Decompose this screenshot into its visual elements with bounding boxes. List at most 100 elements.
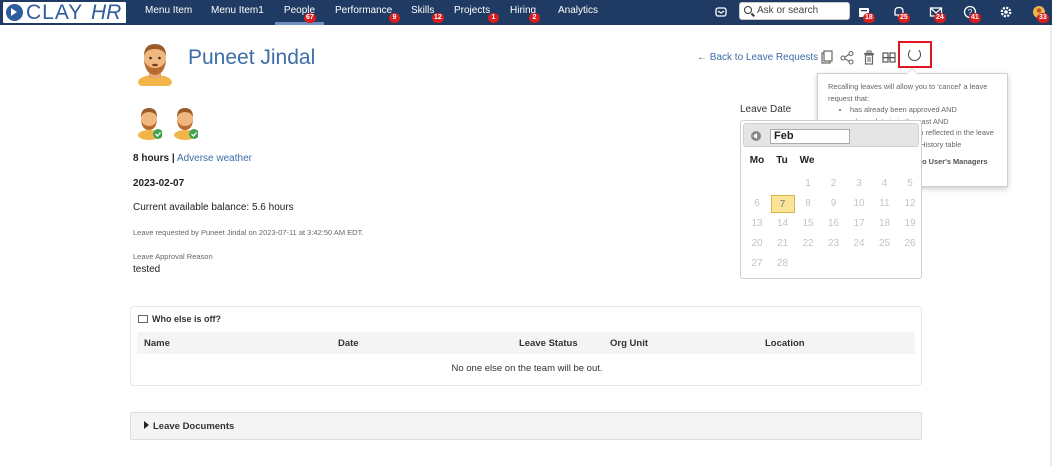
leave-date-label: Leave Date [740, 104, 792, 115]
search-placeholder: Ask or search [757, 5, 819, 16]
nav-skills[interactable]: Skills [411, 0, 434, 25]
calendar-day[interactable]: 1 [796, 175, 820, 193]
nav-analytics[interactable]: Analytics [558, 0, 598, 25]
calendar-day[interactable]: 4 [873, 175, 897, 193]
calendar-day[interactable]: 28 [771, 255, 795, 273]
who-else-is-off-panel: Who else is off? Name Date Leave Status … [130, 306, 922, 386]
approval-reason-label: Leave Approval Reason [133, 252, 213, 261]
calendar-day[interactable]: 21 [771, 235, 795, 253]
employee-avatar [134, 40, 176, 89]
column-name[interactable]: Name [144, 338, 170, 349]
calendar-day[interactable]: 9 [822, 195, 846, 213]
compare-icon[interactable] [882, 50, 896, 65]
column-date[interactable]: Date [338, 338, 359, 349]
projects-badge: 1 [488, 13, 499, 23]
back-to-leave-requests-link[interactable]: ← Back to Leave Requests [697, 52, 818, 63]
inbox-icon[interactable] [714, 5, 728, 19]
weekday-label: We [799, 155, 815, 166]
approver-avatar[interactable] [136, 104, 163, 140]
calendar-day[interactable]: 19 [898, 215, 921, 233]
bell-badge: 25 [898, 13, 910, 23]
column-org-unit[interactable]: Org Unit [610, 338, 648, 349]
leave-documents-section[interactable]: Leave Documents [130, 412, 922, 440]
trash-icon[interactable] [863, 50, 877, 65]
weekday-label: Tu [776, 155, 788, 166]
chevron-right-icon [144, 421, 149, 429]
recall-leave-button[interactable] [898, 41, 932, 68]
calendar-day-selected[interactable]: 7 [770, 195, 795, 213]
mail-badge: 24 [934, 13, 946, 23]
calendar-day[interactable]: 13 [745, 215, 769, 233]
nav-label: Skills [411, 5, 435, 16]
leave-hours-and-type: 8 hours | Adverse weather [133, 153, 252, 164]
share-icon[interactable] [840, 50, 854, 65]
approval-reason: tested [133, 264, 161, 275]
logo-mark-icon [6, 4, 23, 21]
empty-table-message: No one else on the team will be out. [451, 363, 603, 374]
calendar-day[interactable]: 26 [898, 235, 921, 253]
calendar-day[interactable]: 24 [847, 235, 871, 253]
calendar-day[interactable]: 12 [898, 195, 921, 213]
user-badge: 33 [1037, 13, 1049, 23]
help-badge: 41 [969, 13, 981, 23]
logo-wordmark-suffix: HR [91, 1, 122, 24]
leave-documents-toggle[interactable]: Leave Documents [144, 421, 234, 432]
tooltip-condition: has already been approved AND [850, 104, 997, 116]
calendar-day[interactable]: 10 [847, 195, 871, 213]
nav-label: Analytics [558, 5, 599, 16]
nav-menu-item[interactable]: Menu Item [145, 0, 192, 25]
tray-badge: 18 [863, 13, 875, 23]
hiring-badge: 2 [529, 13, 540, 23]
leave-type-link[interactable]: Adverse weather [177, 153, 252, 164]
search-input[interactable]: Ask or search [739, 2, 850, 20]
month-select[interactable]: Feb [770, 129, 850, 144]
performance-badge: 9 [389, 13, 400, 23]
nav-menu-item1[interactable]: Menu Item1 [211, 0, 264, 25]
nav-performance[interactable]: Performance [335, 0, 392, 25]
leave-calendar: Feb Mo Tu We 1 2 3 4 5 6 7 8 9 10 11 12 13 14 15 16 17 18… [740, 120, 922, 279]
tooltip-intro: Recalling leaves will allow you to 'canc… [828, 82, 988, 103]
calendar-day[interactable]: 6 [745, 195, 769, 213]
copy-icon[interactable] [821, 50, 835, 65]
calendar-day[interactable]: 20 [745, 235, 769, 253]
nav-label: Performance [335, 5, 393, 16]
people-badge: 67 [304, 13, 316, 23]
weekday-label: Mo [749, 155, 765, 166]
nav-projects[interactable]: Projects [454, 0, 490, 25]
logo-wordmark: CLAY [26, 1, 84, 24]
leave-date: 2023-02-07 [133, 178, 185, 189]
leave-documents-title: Leave Documents [153, 421, 235, 432]
calendar-day[interactable]: 8 [796, 195, 820, 213]
column-leave-status[interactable]: Leave Status [519, 338, 578, 349]
calendar-day[interactable]: 14 [771, 215, 795, 233]
employee-name: Puneet Jindal [188, 46, 316, 69]
approver-avatar[interactable] [172, 104, 199, 140]
available-balance: Current available balance: 5.6 hours [133, 202, 294, 213]
calendar-day[interactable]: 25 [873, 235, 897, 253]
clayhr-logo[interactable]: CLAY HR [3, 1, 126, 24]
panel-title-text: Who else is off? [152, 314, 222, 324]
panel-title: Who else is off? [138, 314, 221, 324]
calendar-day[interactable]: 18 [873, 215, 897, 233]
prev-month-icon[interactable] [751, 131, 761, 141]
column-location[interactable]: Location [765, 338, 805, 349]
gear-icon[interactable] [999, 5, 1013, 19]
calendar-day[interactable]: 16 [822, 215, 846, 233]
nav-label: Projects [454, 5, 491, 16]
skills-badge: 12 [432, 13, 444, 23]
nav-people[interactable]: People [275, 0, 324, 25]
calendar-day[interactable]: 11 [873, 195, 897, 213]
calendar-day[interactable]: 15 [796, 215, 820, 233]
requested-by: Leave requested by Puneet Jindal on 2023… [133, 228, 364, 237]
calendar-day[interactable]: 17 [847, 215, 871, 233]
calendar-day[interactable]: 22 [796, 235, 820, 253]
nav-label: Menu Item1 [211, 5, 264, 16]
calendar-day[interactable]: 2 [822, 175, 846, 193]
calendar-day[interactable]: 5 [898, 175, 921, 193]
calendar-day[interactable]: 27 [745, 255, 769, 273]
calendar-day[interactable]: 3 [847, 175, 871, 193]
calendar-day[interactable]: 23 [822, 235, 846, 253]
nav-label: Menu Item [145, 5, 193, 16]
recall-icon [908, 48, 921, 61]
table-header: Name Date Leave Status Org Unit Location [137, 332, 915, 354]
